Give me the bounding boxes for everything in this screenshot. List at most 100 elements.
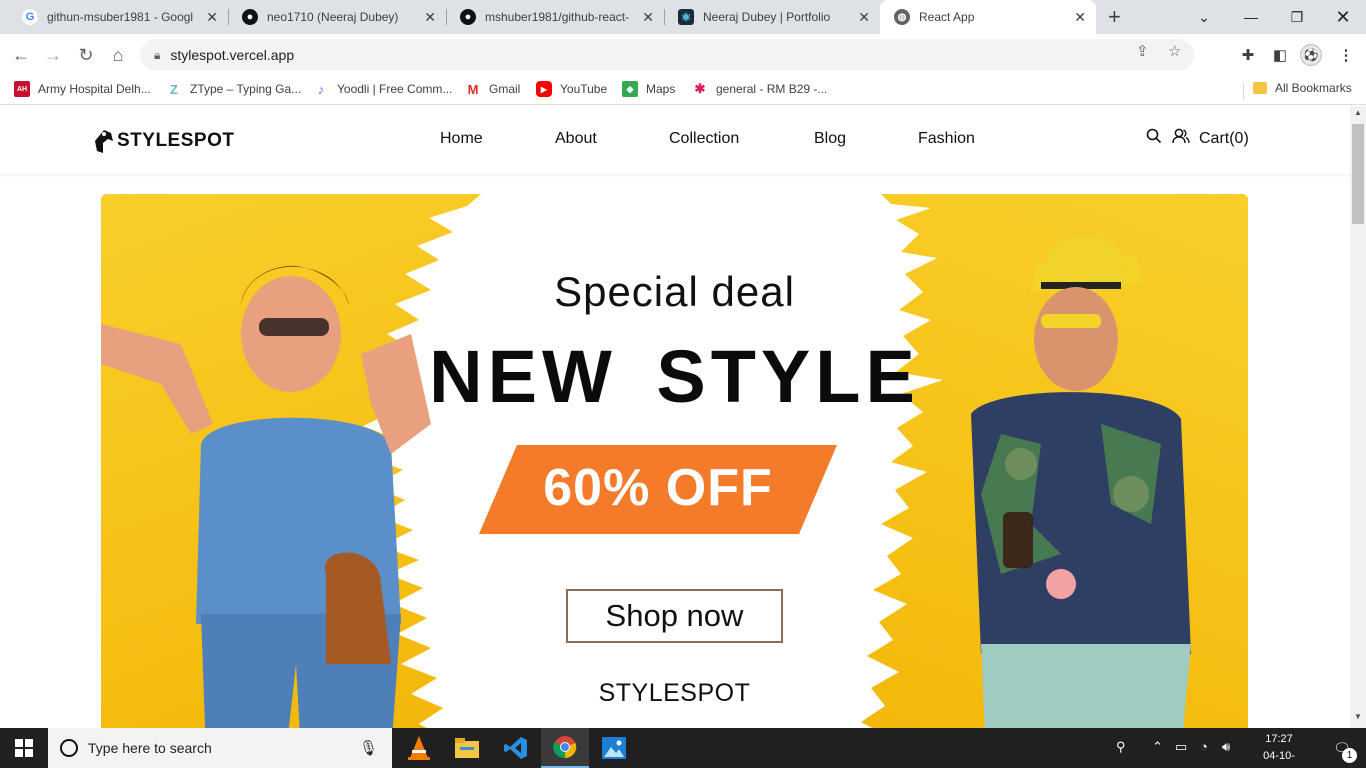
clock-time: 17:27 bbox=[1265, 733, 1293, 745]
taskbar-clock[interactable]: 17:27 04-10-2023 bbox=[1256, 731, 1302, 768]
logo-hanger-icon bbox=[95, 130, 113, 153]
browser-tab[interactable]: ● neo1710 (Neeraj Dubey) ✕ bbox=[228, 0, 446, 34]
home-icon[interactable]: ⌂ bbox=[105, 42, 131, 68]
share-icon[interactable]: ⇪ bbox=[1136, 42, 1149, 60]
side-panel-icon[interactable]: ◧ bbox=[1268, 42, 1292, 68]
taskbar-search-placeholder: Type here to search bbox=[88, 740, 212, 756]
close-tab-icon[interactable]: ✕ bbox=[206, 9, 218, 26]
nav-home[interactable]: Home bbox=[440, 130, 483, 148]
taskbar-search-box[interactable]: Type here to search 🎙︎ bbox=[48, 728, 392, 768]
bookmark-star-icon[interactable]: ☆ bbox=[1168, 42, 1181, 60]
close-window-button[interactable]: ✕ bbox=[1320, 0, 1366, 34]
bookmark-label: Gmail bbox=[489, 82, 521, 96]
bookmark-item[interactable]: ♪ Yoodli | Free Comm... bbox=[313, 81, 453, 97]
tab-title: Neeraj Dubey | Portfolio bbox=[703, 10, 831, 24]
scroll-down-arrow-icon[interactable]: ▼ bbox=[1350, 712, 1366, 726]
hero-brand-caption: STYLESPOT bbox=[598, 679, 751, 707]
notification-center-button[interactable]: 🗨︎ 1 bbox=[1318, 728, 1366, 768]
new-tab-button[interactable]: + bbox=[1108, 4, 1121, 30]
bookmark-item[interactable]: ◆ Maps bbox=[622, 81, 675, 97]
volume-icon[interactable]: 🔊︎ bbox=[1222, 739, 1230, 755]
github-icon: ● bbox=[242, 9, 258, 25]
slack-icon: ✱ bbox=[694, 81, 706, 96]
page-viewport: STYLESPOT Home About Collection Blog Fas… bbox=[0, 106, 1350, 728]
youtube-icon: ▶ bbox=[536, 81, 552, 97]
gmail-icon: M bbox=[467, 81, 479, 97]
bookmark-item[interactable]: AH Army Hospital Delh... bbox=[14, 81, 151, 97]
browser-tab[interactable]: ⚛ Neeraj Dubey | Portfolio ✕ bbox=[664, 0, 880, 34]
windows-taskbar: Type here to search 🎙︎ ⚲ ⌃ ▭ ◔ 🔊︎ 17:27 … bbox=[0, 728, 1366, 768]
scrollbar-thumb[interactable] bbox=[1352, 124, 1364, 224]
hero-banner: Special deal NEW STYLE 60% OFF Shop now … bbox=[101, 194, 1248, 728]
hero-subtitle: Special deal bbox=[554, 268, 795, 315]
maps-icon: ◆ bbox=[622, 81, 638, 97]
wifi-icon[interactable]: ◔ bbox=[1200, 739, 1208, 754]
close-tab-icon[interactable]: ✕ bbox=[1074, 9, 1086, 26]
tab-title: mshuber1981/github-react- bbox=[485, 10, 630, 24]
search-circle-icon bbox=[60, 739, 78, 757]
bookmark-item[interactable]: ▶ YouTube bbox=[536, 81, 607, 97]
browser-tab-active[interactable]: ◍ React App ✕ bbox=[880, 0, 1096, 34]
chrome-app-icon[interactable] bbox=[541, 728, 589, 768]
bookmark-item[interactable]: M Gmail bbox=[465, 81, 521, 97]
clock-date: 04-10-2023 bbox=[1263, 750, 1295, 768]
bookmark-label: Army Hospital Delh... bbox=[38, 82, 151, 96]
lock-icon: 🔒︎ bbox=[154, 47, 161, 62]
bookmark-item[interactable]: Z ZType – Typing Ga... bbox=[166, 81, 301, 97]
browser-tab[interactable]: G githun-msuber1981 - Googl ✕ bbox=[8, 0, 228, 34]
back-arrow-icon[interactable]: ← bbox=[8, 42, 34, 68]
bookmark-label: Maps bbox=[646, 82, 676, 96]
bookmark-label: YouTube bbox=[560, 82, 608, 96]
battery-icon[interactable]: ▭ bbox=[1175, 739, 1187, 755]
site-logo[interactable]: STYLESPOT bbox=[92, 128, 234, 154]
bookmark-item[interactable]: ✱ general - RM B29 -... bbox=[692, 81, 828, 97]
vlc-app-icon[interactable] bbox=[395, 728, 443, 768]
close-tab-icon[interactable]: ✕ bbox=[642, 9, 654, 26]
browser-tab[interactable]: ● mshuber1981/github-react- ✕ bbox=[446, 0, 664, 34]
tab-title: githun-msuber1981 - Googl bbox=[47, 10, 194, 24]
reload-icon[interactable]: ↻ bbox=[73, 42, 99, 68]
close-tab-icon[interactable]: ✕ bbox=[424, 9, 436, 26]
microphone-icon[interactable]: 🎙︎ bbox=[359, 739, 378, 757]
scroll-up-arrow-icon[interactable]: ▲ bbox=[1350, 108, 1366, 122]
folder-icon bbox=[1253, 82, 1267, 94]
nav-blog[interactable]: Blog bbox=[814, 130, 846, 148]
address-bar[interactable]: 🔒︎ stylespot.vercel.app bbox=[140, 39, 1194, 71]
minimize-button[interactable]: — bbox=[1228, 0, 1274, 34]
army-hospital-icon: AH bbox=[14, 81, 30, 97]
notification-count-badge: 1 bbox=[1342, 748, 1357, 763]
bookmarks-divider bbox=[1243, 82, 1244, 100]
people-icon[interactable]: ⚲ bbox=[1116, 739, 1126, 755]
menu-kebab-icon[interactable]: ⋮ bbox=[1334, 42, 1358, 68]
forward-arrow-icon[interactable]: → bbox=[40, 42, 66, 68]
tab-title: neo1710 (Neeraj Dubey) bbox=[267, 10, 399, 24]
nav-collection[interactable]: Collection bbox=[669, 130, 739, 148]
bookmark-label: general - RM B29 -... bbox=[716, 82, 828, 96]
browser-tab-strip: G githun-msuber1981 - Googl ✕ ● neo1710 … bbox=[0, 0, 1366, 34]
react-icon: ⚛ bbox=[678, 9, 694, 25]
bookmark-label: Yoodli | Free Comm... bbox=[337, 82, 453, 96]
photos-app-icon[interactable] bbox=[590, 728, 638, 768]
page-scrollbar[interactable]: ▲ ▼ bbox=[1350, 106, 1366, 728]
close-tab-icon[interactable]: ✕ bbox=[858, 9, 870, 26]
logo-text: STYLESPOT bbox=[117, 130, 235, 151]
file-explorer-icon[interactable] bbox=[443, 728, 491, 768]
tab-search-chevron-icon[interactable]: ⌄ bbox=[1181, 0, 1227, 34]
browser-toolbar: ← → ↻ ⌂ 🔒︎ stylespot.vercel.app ⇪ ☆ ✚ ◧ … bbox=[0, 34, 1366, 76]
nav-about[interactable]: About bbox=[555, 130, 597, 148]
profile-avatar[interactable]: ⚽ bbox=[1299, 42, 1323, 68]
restore-button[interactable]: ❐ bbox=[1274, 0, 1320, 34]
vscode-app-icon[interactable] bbox=[492, 728, 540, 768]
windows-start-button[interactable] bbox=[0, 728, 48, 768]
nav-fashion[interactable]: Fashion bbox=[918, 130, 975, 148]
search-icon[interactable] bbox=[1146, 128, 1162, 149]
all-bookmarks[interactable]: All Bookmarks bbox=[1253, 81, 1352, 95]
github-icon: ● bbox=[460, 9, 476, 25]
extensions-puzzle-icon[interactable]: ✚ bbox=[1236, 42, 1260, 68]
shop-now-button[interactable]: Shop now bbox=[566, 589, 783, 643]
cart-link[interactable]: Cart(0) bbox=[1199, 130, 1249, 148]
site-header: STYLESPOT Home About Collection Blog Fas… bbox=[0, 106, 1350, 174]
show-hidden-icons-chevron[interactable]: ⌃ bbox=[1152, 739, 1163, 755]
globe-icon: ◍ bbox=[894, 9, 910, 25]
user-icon[interactable] bbox=[1172, 128, 1190, 149]
